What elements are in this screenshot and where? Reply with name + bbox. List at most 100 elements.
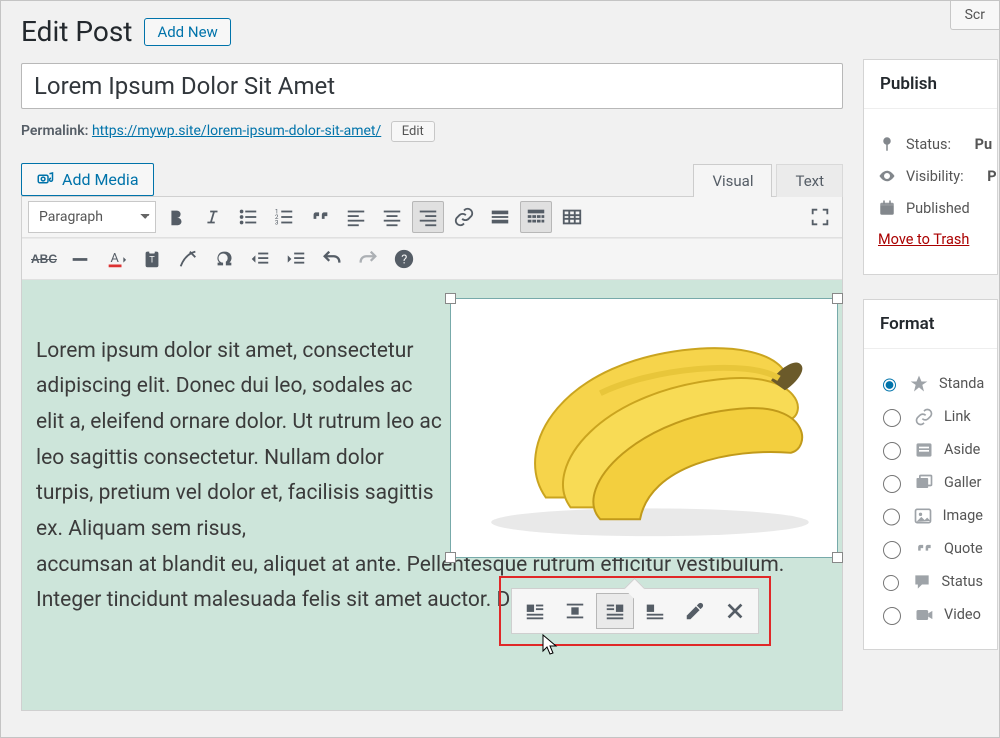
video-icon bbox=[914, 605, 934, 625]
strike-button[interactable]: ABC bbox=[28, 243, 60, 275]
format-heading: Format bbox=[864, 300, 997, 349]
screen-options-button[interactable]: Scr bbox=[950, 1, 999, 30]
image-toolbar-highlight bbox=[499, 576, 771, 646]
format-radio-gallery[interactable] bbox=[883, 475, 901, 493]
permalink-label: Permalink: bbox=[21, 123, 88, 139]
format-option-link[interactable]: Link bbox=[878, 406, 983, 427]
outdent-button[interactable] bbox=[244, 243, 276, 275]
format-radio-quote[interactable] bbox=[883, 541, 901, 559]
svg-text:3: 3 bbox=[275, 218, 279, 226]
resize-handle-bl[interactable] bbox=[445, 552, 456, 563]
banana-image bbox=[451, 299, 837, 557]
editor-tabs: Visual Text bbox=[693, 164, 843, 197]
status-icon bbox=[912, 572, 932, 592]
image-icon bbox=[913, 506, 933, 526]
publish-panel: Publish Status: Pu Visibility: P Publish… bbox=[863, 59, 998, 275]
format-label: Link bbox=[944, 408, 971, 425]
quote-icon bbox=[914, 539, 934, 559]
tab-text[interactable]: Text bbox=[776, 164, 843, 197]
publish-heading: Publish bbox=[864, 60, 997, 109]
format-radio-standard[interactable] bbox=[883, 376, 896, 394]
img-align-none-button[interactable] bbox=[636, 593, 674, 629]
link-button[interactable] bbox=[448, 201, 480, 233]
format-panel: Format Standa Link Aside Galler Image Quote St… bbox=[863, 299, 998, 650]
redo-button[interactable] bbox=[352, 243, 384, 275]
format-label: Image bbox=[943, 507, 983, 524]
page-title: Edit Post bbox=[21, 15, 132, 49]
link-icon bbox=[914, 407, 934, 427]
img-align-left-button[interactable] bbox=[516, 593, 554, 629]
format-radio-video[interactable] bbox=[883, 607, 901, 625]
format-radio-status[interactable] bbox=[883, 574, 899, 592]
permalink-link[interactable]: https://mywp.site/lorem-ipsum-dolor-sit-… bbox=[92, 123, 381, 139]
align-left-button[interactable] bbox=[340, 201, 372, 233]
add-media-label: Add Media bbox=[62, 170, 139, 189]
format-option-status[interactable]: Status bbox=[878, 571, 983, 592]
format-radio-image[interactable] bbox=[883, 508, 900, 526]
resize-handle-tl[interactable] bbox=[445, 293, 456, 304]
resize-handle-br[interactable] bbox=[832, 552, 843, 563]
format-option-aside[interactable]: Aside bbox=[878, 439, 983, 460]
camera-music-icon bbox=[36, 170, 54, 188]
indent-button[interactable] bbox=[280, 243, 312, 275]
readmore-button[interactable] bbox=[484, 201, 516, 233]
format-label: Status bbox=[942, 573, 983, 590]
move-to-trash-link[interactable]: Move to Trash bbox=[878, 231, 969, 248]
format-label: Quote bbox=[944, 540, 983, 557]
format-option-standard[interactable]: Standa bbox=[878, 373, 983, 394]
img-edit-button[interactable] bbox=[676, 593, 714, 629]
quote-button[interactable] bbox=[304, 201, 336, 233]
special-char-button[interactable] bbox=[208, 243, 240, 275]
post-image[interactable] bbox=[450, 298, 838, 558]
paste-text-button[interactable]: T bbox=[136, 243, 168, 275]
format-option-gallery[interactable]: Galler bbox=[878, 472, 983, 493]
format-label: Aside bbox=[944, 441, 980, 458]
kitchen-sink-button[interactable] bbox=[520, 201, 552, 233]
format-option-quote[interactable]: Quote bbox=[878, 538, 983, 559]
visibility-label: Visibility: bbox=[906, 168, 964, 185]
permalink-row: Permalink: https://mywp.site/lorem-ipsum… bbox=[21, 123, 843, 139]
svg-text:T: T bbox=[149, 255, 155, 265]
undo-button[interactable] bbox=[316, 243, 348, 275]
format-radio-aside[interactable] bbox=[883, 442, 901, 460]
image-toolbar bbox=[511, 588, 759, 634]
visibility-value: P bbox=[987, 168, 996, 185]
resize-handle-tr[interactable] bbox=[832, 293, 843, 304]
add-new-button[interactable]: Add New bbox=[144, 18, 230, 46]
aside-icon bbox=[914, 440, 934, 460]
format-label: Standa bbox=[939, 375, 984, 392]
img-align-right-button[interactable] bbox=[596, 593, 634, 629]
table-button[interactable] bbox=[556, 201, 588, 233]
add-media-button[interactable]: Add Media bbox=[21, 163, 154, 196]
status-value: Pu bbox=[975, 136, 992, 153]
edit-slug-button[interactable]: Edit bbox=[391, 121, 435, 142]
italic-button[interactable] bbox=[196, 201, 228, 233]
clear-format-button[interactable] bbox=[172, 243, 204, 275]
img-align-center-button[interactable] bbox=[556, 593, 594, 629]
numbers-button[interactable]: 123 bbox=[268, 201, 300, 233]
svg-text:A: A bbox=[111, 250, 120, 265]
format-radio-link[interactable] bbox=[883, 409, 901, 427]
post-title-input[interactable] bbox=[21, 63, 843, 109]
bullets-button[interactable] bbox=[232, 201, 264, 233]
format-select[interactable]: Paragraph bbox=[28, 201, 156, 233]
eye-icon bbox=[878, 167, 896, 185]
tab-visual[interactable]: Visual bbox=[693, 164, 772, 197]
post-body-text[interactable]: Lorem ipsum dolor sit amet, consectetur … bbox=[36, 334, 444, 548]
align-right-button[interactable] bbox=[412, 201, 444, 233]
format-option-image[interactable]: Image bbox=[878, 505, 983, 526]
img-remove-button[interactable] bbox=[716, 593, 754, 629]
format-option-video[interactable]: Video bbox=[878, 604, 983, 625]
format-label: Video bbox=[944, 606, 981, 623]
align-center-button[interactable] bbox=[376, 201, 408, 233]
help-button[interactable]: ? bbox=[388, 243, 420, 275]
hr-button[interactable] bbox=[64, 243, 96, 275]
fullscreen-button[interactable] bbox=[804, 201, 836, 233]
bold-button[interactable] bbox=[160, 201, 192, 233]
gallery-icon bbox=[914, 473, 934, 493]
svg-text:?: ? bbox=[401, 252, 407, 267]
status-label: Status: bbox=[906, 136, 951, 153]
pin-icon bbox=[878, 135, 896, 153]
format-label: Galler bbox=[944, 474, 981, 491]
textcolor-button[interactable]: A bbox=[100, 243, 132, 275]
